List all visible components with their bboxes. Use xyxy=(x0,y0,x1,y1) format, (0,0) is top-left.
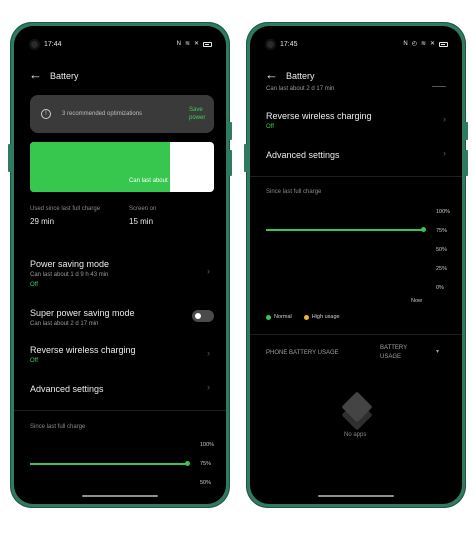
super-power-saving-subtitle: Can last about 2 d 17 min xyxy=(30,321,99,327)
chart-tick: 50% xyxy=(200,480,212,486)
usage-type-dropdown[interactable]: BATTERY USAGE xyxy=(380,344,420,362)
legend-normal-dot xyxy=(266,314,271,320)
chevron-right-icon: › xyxy=(207,382,210,392)
chart-series-line xyxy=(30,463,188,465)
chart-current-point xyxy=(421,227,426,232)
chart-current-point xyxy=(185,461,190,466)
save-power-link[interactable]: Save power xyxy=(189,106,215,122)
stat-screen-value: 15 min xyxy=(129,217,154,226)
chart-tick: 75% xyxy=(200,461,212,467)
wifi-icon: ≋ xyxy=(420,41,426,47)
battery-status-icon xyxy=(439,41,448,47)
stat-used-value: 29 min xyxy=(30,217,55,226)
super-power-saving-title: Super power saving mode xyxy=(30,308,135,318)
reverse-charging-status: Off xyxy=(266,124,274,130)
advanced-settings-title: Advanced settings xyxy=(266,150,340,160)
battery-estimate: Can last about 1 d 8 h 1 min xyxy=(128,178,204,184)
info-icon: ! xyxy=(41,109,51,119)
chart-tick: 25% xyxy=(436,266,448,272)
battery-level-graphic: 76% Can last about 1 d 8 h 1 min xyxy=(30,142,214,192)
chart-series-line xyxy=(266,229,424,231)
reverse-charging-status: Off xyxy=(30,358,38,364)
chart-now-label: Now xyxy=(411,298,423,304)
advanced-settings-title: Advanced settings xyxy=(30,384,104,394)
status-icons: N ◴ ≋ ✕ xyxy=(403,41,448,47)
chart-legend: Normal High usage xyxy=(266,314,340,320)
power-button xyxy=(229,150,232,176)
chart-tick: 0% xyxy=(436,285,444,291)
scroll-indicator xyxy=(432,86,446,87)
mute-icon: ✕ xyxy=(193,41,199,47)
chart-tick: 75% xyxy=(436,228,448,234)
phone-frame-left: 17:44 N ≋ ✕ ← Battery ! 3 recommended op… xyxy=(8,22,232,508)
page-title: Battery xyxy=(50,71,79,81)
volume-button xyxy=(8,144,11,172)
reverse-charging-title: Reverse wireless charging xyxy=(266,111,372,121)
divider xyxy=(250,334,462,335)
dropdown-caret-icon[interactable]: ▾ xyxy=(436,348,439,355)
chart-section-title: Since last full charge xyxy=(30,424,86,430)
chart-tick: 50% xyxy=(436,247,448,253)
home-indicator[interactable] xyxy=(318,495,394,497)
chevron-right-icon: › xyxy=(443,148,446,158)
toggle-knob xyxy=(195,313,201,319)
back-arrow-icon[interactable]: ← xyxy=(265,68,278,81)
wifi-icon: ≋ xyxy=(184,41,190,47)
phone-frame-right: 17:45 N ◴ ≋ ✕ ← Battery Can last about 2… xyxy=(244,22,468,508)
super-power-saving-toggle[interactable] xyxy=(192,310,214,322)
nfc-icon: N xyxy=(403,41,408,47)
battery-fill xyxy=(30,142,170,192)
optimizations-card[interactable]: ! 3 recommended optimizations Save power xyxy=(30,95,214,133)
stat-used-label: Used since last full charge xyxy=(30,206,101,212)
volume-button xyxy=(244,144,247,172)
power-button xyxy=(465,150,468,176)
power-saving-subtitle: Can last about 1 d 9 h 43 min xyxy=(30,272,109,278)
power-saving-status: Off xyxy=(30,282,38,288)
chart-section-title: Since last full charge xyxy=(266,189,322,195)
screen-left: 17:44 N ≋ ✕ ← Battery ! 3 recommended op… xyxy=(14,26,226,504)
status-icons: N ≋ ✕ xyxy=(177,41,212,47)
usage-section-header: PHONE BATTERY USAGE xyxy=(266,350,339,356)
no-apps-label: No apps xyxy=(344,432,367,438)
status-time: 17:45 xyxy=(280,41,298,48)
divider xyxy=(250,176,462,177)
chevron-right-icon: › xyxy=(443,114,446,124)
legend-normal-label: Normal xyxy=(274,314,292,320)
chart-tick: 100% xyxy=(436,209,451,215)
back-arrow-icon[interactable]: ← xyxy=(29,68,42,81)
divider xyxy=(14,410,226,411)
front-camera xyxy=(29,39,40,50)
front-camera xyxy=(265,39,276,50)
super-power-saving-subtitle-partial: Can last about 2 d 17 min xyxy=(266,86,335,92)
alarm-icon: ◴ xyxy=(411,41,417,47)
reverse-charging-title: Reverse wireless charging xyxy=(30,345,136,355)
chevron-right-icon: › xyxy=(207,348,210,358)
status-time: 17:44 xyxy=(44,41,62,48)
legend-high-usage-label: High usage xyxy=(311,314,340,320)
screen-right: 17:45 N ◴ ≋ ✕ ← Battery Can last about 2… xyxy=(250,26,462,504)
battery-percent: 76% xyxy=(174,150,205,172)
alert-slider xyxy=(229,122,232,140)
battery-status-icon xyxy=(203,41,212,47)
chevron-right-icon: › xyxy=(207,266,210,276)
power-saving-title: Power saving mode xyxy=(30,259,110,269)
mute-icon: ✕ xyxy=(429,41,435,47)
stat-screen-label: Screen on xyxy=(129,206,157,212)
chart-tick: 100% xyxy=(200,442,215,448)
alert-slider xyxy=(465,122,468,140)
home-indicator[interactable] xyxy=(82,495,158,497)
legend-high-usage-dot xyxy=(303,314,309,320)
nfc-icon: N xyxy=(176,41,181,47)
page-title: Battery xyxy=(286,71,315,81)
optimizations-text: 3 recommended optimizations xyxy=(62,111,143,117)
